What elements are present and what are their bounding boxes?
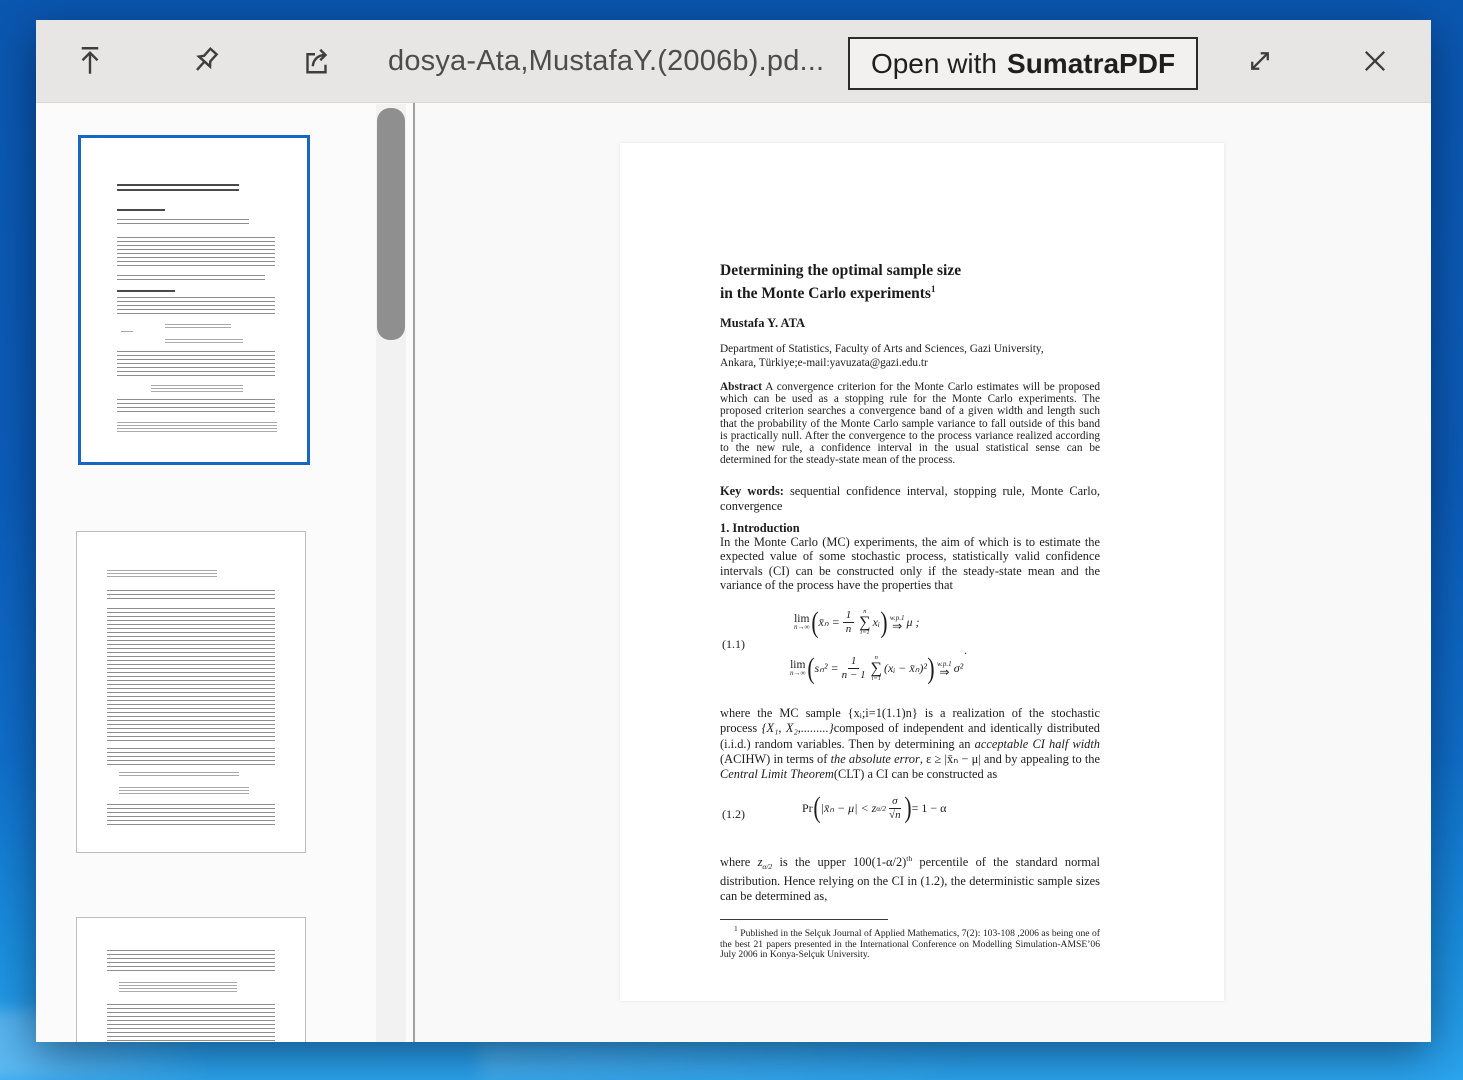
document-viewport: Determining the optimal sample size in t…	[415, 104, 1431, 1042]
open-with-sumatrapdf-button[interactable]: Open with SumatraPDF	[848, 37, 1198, 90]
section-heading-introduction: 1. Introduction	[720, 521, 1100, 536]
abstract-label: Abstract	[720, 381, 762, 393]
keywords-label: Key words:	[720, 484, 784, 498]
page-thumbnail-2[interactable]	[76, 531, 306, 853]
footnote-rule	[720, 919, 888, 920]
intro-paragraph-1: In the Monte Carlo (MC) experiments, the…	[720, 535, 1100, 592]
share-icon	[300, 43, 336, 82]
paper-title: Determining the optimal sample size in t…	[720, 261, 1100, 303]
close-button[interactable]	[1347, 34, 1403, 90]
author-name: Mustafa Y. ATA	[720, 316, 1100, 331]
pin-icon	[187, 43, 223, 82]
equation-separator-dot: .	[964, 643, 967, 658]
save-as-icon	[72, 43, 108, 82]
pin-button[interactable]	[177, 34, 233, 90]
author-affiliation: Department of Statistics, Faculty of Art…	[720, 342, 1100, 370]
intro-paragraph-3: where zα/2 is the upper 100(1-α/2)th per…	[720, 851, 1100, 904]
open-with-label: Open with	[871, 48, 997, 80]
footnote: 1 Published in the Selçuk Journal of App…	[720, 924, 1100, 961]
pdf-viewer-window: dosya-Ata,MustafaY.(2006b).pd... Open wi…	[36, 20, 1431, 1042]
page-thumbnail-3[interactable]	[76, 917, 306, 1042]
thumbnail-panel	[36, 104, 413, 1042]
close-icon	[1358, 44, 1392, 81]
expand-diagonal-icon	[1243, 44, 1277, 81]
equation-1-2: (1.2) Pr ( |x̄ₙ − μ| < zα/2 σ√n ) = 1 − …	[720, 793, 1100, 841]
document-filename: dosya-Ata,MustafaY.(2006b).pd...	[388, 20, 824, 103]
share-button[interactable]	[290, 34, 346, 90]
open-with-app-name: SumatraPDF	[1007, 48, 1175, 80]
equation-label: (1.2)	[722, 807, 745, 822]
intro-paragraph-2: where the MC sample {xᵢ;i=1(1.1)n} is a …	[720, 706, 1100, 782]
abstract: Abstract A convergence criterion for the…	[720, 381, 1100, 466]
title-footnote-marker: 1	[931, 284, 936, 294]
save-as-button[interactable]	[62, 34, 118, 90]
fullscreen-button[interactable]	[1232, 34, 1288, 90]
keywords: Key words: sequential confidence interva…	[720, 484, 1100, 513]
equation-label: (1.1)	[722, 637, 745, 652]
pdf-page-1: Determining the optimal sample size in t…	[620, 143, 1224, 1001]
toolbar: dosya-Ata,MustafaY.(2006b).pd... Open wi…	[36, 20, 1431, 103]
thumbnail-scrollbar-track[interactable]	[376, 104, 406, 1042]
page-thumbnail-1-selected[interactable]	[78, 135, 310, 465]
equation-1-1: (1.1) limn→∞ ( x̄ₙ = 1n n∑i=1 xᵢ ) w.p.1…	[720, 607, 1100, 699]
thumbnail-scrollbar-thumb[interactable]	[377, 108, 405, 340]
desktop-wallpaper-streak	[480, 1040, 980, 1080]
